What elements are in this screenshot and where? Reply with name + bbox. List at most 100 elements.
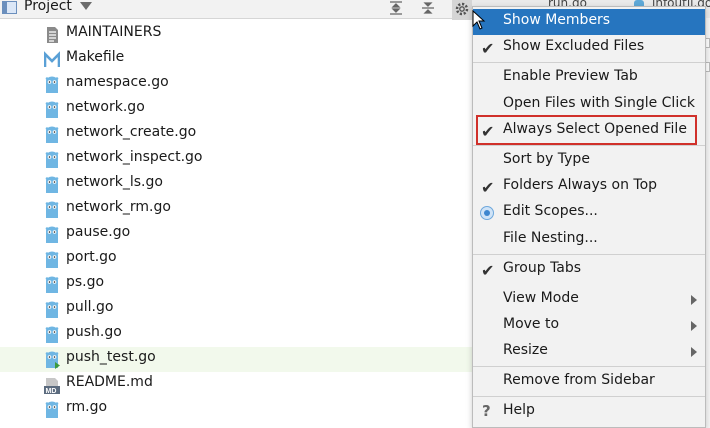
project-icon xyxy=(2,1,17,14)
go-file-icon xyxy=(44,176,60,194)
file-name: network.go xyxy=(66,99,145,115)
callout-highlight-box xyxy=(476,115,697,145)
menu-item-help[interactable]: ? Help xyxy=(473,399,705,425)
file-row[interactable]: ps.go xyxy=(0,272,472,297)
file-row[interactable]: network.go xyxy=(0,97,472,122)
chevron-down-icon[interactable] xyxy=(80,2,92,10)
file-name: network_create.go xyxy=(66,124,197,140)
go-file-icon xyxy=(44,201,60,219)
project-options-menu: Show Members ✔ Show Excluded Files Enable P… xyxy=(472,6,706,428)
menu-item-label: Sort by Type xyxy=(503,151,590,167)
go-file-icon xyxy=(44,151,60,169)
menu-item-label: Edit Scopes... xyxy=(503,203,598,219)
file-row[interactable]: network_ls.go xyxy=(0,172,472,197)
menu-item-label: File Nesting... xyxy=(503,230,598,246)
gear-button[interactable] xyxy=(452,0,472,20)
menu-item-label: Resize xyxy=(503,342,548,358)
menu-item-show-excluded-files[interactable]: ✔ Show Excluded Files xyxy=(473,35,705,61)
menu-item-show-members[interactable]: Show Members xyxy=(473,9,705,35)
menu-separator xyxy=(473,62,705,63)
makefile-icon xyxy=(43,50,61,69)
menu-item-label: Move to xyxy=(503,316,560,332)
file-name: rm.go xyxy=(66,399,108,415)
file-row[interactable]: MAINTAINERS xyxy=(0,22,472,47)
go-file-icon xyxy=(44,126,60,144)
submenu-arrow-icon xyxy=(691,295,697,305)
menu-item-enable-preview-tab[interactable]: Enable Preview Tab xyxy=(473,65,705,91)
file-name: network_rm.go xyxy=(66,199,171,215)
submenu-arrow-icon xyxy=(691,321,697,331)
file-name: Makefile xyxy=(66,49,125,65)
text-file-icon xyxy=(44,26,60,44)
radio-selected-icon xyxy=(480,206,494,220)
go-file-icon xyxy=(44,276,60,294)
file-row[interactable]: push.go xyxy=(0,322,472,347)
file-row[interactable]: network_create.go xyxy=(0,122,472,147)
menu-item-edit-scopes[interactable]: Edit Scopes... xyxy=(473,200,705,226)
menu-item-label: Show Members xyxy=(503,12,611,28)
gear-icon xyxy=(455,2,469,16)
project-title[interactable]: Project xyxy=(24,0,72,14)
menu-item-label: Group Tabs xyxy=(503,260,582,276)
go-file-icon xyxy=(44,226,60,244)
mouse-cursor-icon xyxy=(472,10,486,30)
file-row[interactable]: port.go xyxy=(0,247,472,272)
file-name: README.md xyxy=(66,374,153,390)
file-row[interactable]: network_rm.go xyxy=(0,197,472,222)
file-name: namespace.go xyxy=(66,74,169,90)
menu-item-sort-by-type[interactable]: Sort by Type xyxy=(473,148,705,174)
menu-separator xyxy=(473,254,705,255)
menu-item-label: Show Excluded Files xyxy=(503,38,645,54)
file-row[interactable]: rm.go xyxy=(0,397,472,422)
submenu-arrow-icon xyxy=(691,347,697,357)
file-row[interactable]: namespace.go xyxy=(0,72,472,97)
menu-item-label: Help xyxy=(503,402,535,418)
checkmark-icon: ✔ xyxy=(481,39,495,58)
menu-item-group-tabs[interactable]: ✔ Group Tabs xyxy=(473,257,705,283)
go-file-icon xyxy=(44,401,60,419)
svg-text:MD: MD xyxy=(46,388,57,394)
menu-item-move-to[interactable]: Move to xyxy=(473,313,705,339)
go-file-icon xyxy=(44,76,60,94)
file-name: push_test.go xyxy=(66,349,156,365)
file-name: MAINTAINERS xyxy=(66,24,162,40)
file-name: pull.go xyxy=(66,299,114,315)
markdown-file-icon: MD xyxy=(44,376,60,395)
file-name: port.go xyxy=(66,249,117,265)
menu-separator xyxy=(473,145,705,146)
menu-item-view-mode[interactable]: View Mode xyxy=(473,287,705,313)
menu-item-folders-always-on-top[interactable]: ✔ Folders Always on Top xyxy=(473,174,705,200)
file-row[interactable]: push_test.go xyxy=(0,347,472,372)
menu-separator xyxy=(473,366,705,367)
file-row[interactable]: network_inspect.go xyxy=(0,147,472,172)
file-name: ps.go xyxy=(66,274,105,290)
menu-separator xyxy=(473,396,705,397)
file-row[interactable]: MD README.md xyxy=(0,372,472,397)
go-file-icon xyxy=(44,301,60,319)
menu-item-label: Folders Always on Top xyxy=(503,177,658,193)
menu-item-label: Enable Preview Tab xyxy=(503,68,638,84)
go-file-icon xyxy=(44,251,60,269)
menu-item-label: View Mode xyxy=(503,290,579,306)
file-name: push.go xyxy=(66,324,122,340)
project-toolwindow-header: Project xyxy=(0,0,472,20)
menu-item-file-nesting[interactable]: File Nesting... xyxy=(473,227,705,253)
checkmark-icon: ✔ xyxy=(481,261,495,280)
menu-item-label: Open Files with Single Click xyxy=(503,95,696,111)
checkmark-icon: ✔ xyxy=(481,178,495,197)
file-name: network_ls.go xyxy=(66,174,163,190)
expand-all-icon[interactable] xyxy=(388,0,404,16)
file-row[interactable]: Makefile xyxy=(0,47,472,72)
go-file-icon xyxy=(44,101,60,119)
file-row[interactable]: pause.go xyxy=(0,222,472,247)
menu-item-label: Remove from Sidebar xyxy=(503,372,655,388)
file-name: network_inspect.go xyxy=(66,149,203,165)
collapse-all-icon[interactable] xyxy=(420,0,436,16)
file-row[interactable]: pull.go xyxy=(0,297,472,322)
menu-item-resize[interactable]: Resize xyxy=(473,339,705,365)
help-icon: ? xyxy=(482,402,491,420)
menu-item-remove-from-sidebar[interactable]: Remove from Sidebar xyxy=(473,369,705,395)
file-name: pause.go xyxy=(66,224,131,240)
go-file-icon xyxy=(44,326,60,344)
go-test-file-icon xyxy=(44,351,60,369)
